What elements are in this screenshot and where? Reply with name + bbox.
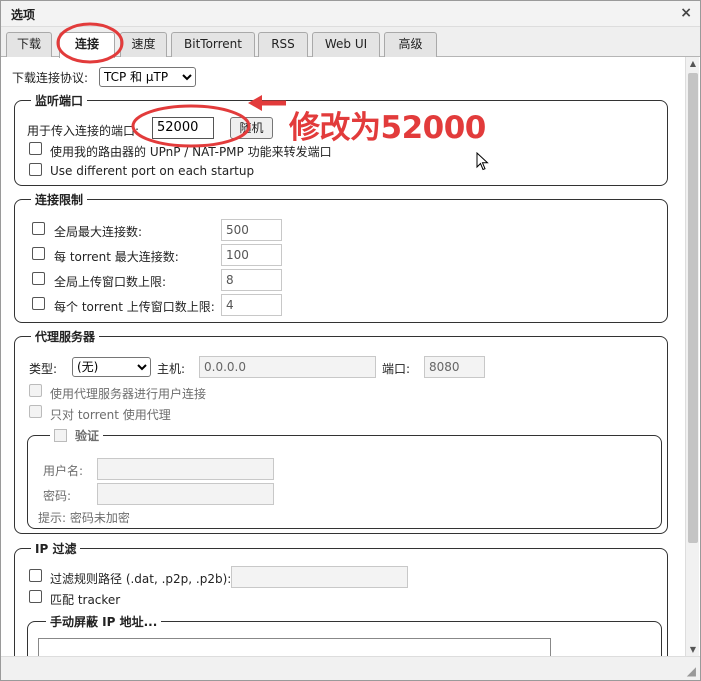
- ip-filter-checkbox[interactable]: [29, 569, 42, 582]
- per-torrent-upload-slots-checkbox[interactable]: [32, 297, 45, 310]
- listening-port-legend: 监听端口: [35, 94, 84, 108]
- auth-legend-text: 验证: [75, 429, 100, 443]
- filter-tracker-label: 匹配 tracker: [50, 593, 121, 607]
- global-max-connections-input[interactable]: 500: [221, 219, 282, 241]
- proxy-type-select[interactable]: (无): [72, 357, 151, 377]
- proxy-type-label: 类型:: [29, 362, 58, 376]
- global-upload-slots-checkbox[interactable]: [32, 272, 45, 285]
- password-hint: 提示: 密码未加密: [38, 511, 130, 525]
- auth-checkbox[interactable]: [54, 429, 67, 442]
- scroll-up-icon[interactable]: ▲: [686, 57, 700, 71]
- ip-filter-path-label: 过滤规则路径 (.dat, .p2p, .p2b):: [50, 572, 232, 586]
- proxy-port-label: 端口:: [382, 362, 411, 376]
- title-bar: 选项 ×: [1, 1, 700, 27]
- password-input[interactable]: [97, 483, 274, 505]
- port-label: 用于传入连接的端口:: [27, 124, 140, 138]
- username-input[interactable]: [97, 458, 274, 480]
- password-label: 密码:: [43, 489, 72, 503]
- proxy-torrent-only-checkbox[interactable]: [29, 405, 42, 418]
- settings-content: 下载连接协议: TCP 和 μTP 监听端口 用于传入连接的端口: 52000 …: [1, 57, 685, 657]
- vertical-scrollbar[interactable]: ▲ ▼: [685, 57, 699, 657]
- proxy-host-input[interactable]: 0.0.0.0: [199, 356, 376, 378]
- proxy-port-input[interactable]: 8080: [424, 356, 485, 378]
- port-input[interactable]: 52000: [152, 117, 214, 139]
- auth-legend: 验证: [50, 427, 103, 444]
- scroll-down-icon[interactable]: ▼: [686, 643, 700, 657]
- tab-rss[interactable]: RSS: [258, 32, 308, 57]
- proxy-peer-checkbox[interactable]: [29, 384, 42, 397]
- tab-speed[interactable]: 速度: [120, 32, 167, 57]
- mouse-cursor-icon: [476, 152, 489, 171]
- random-startup-label: Use different port on each startup: [50, 164, 255, 178]
- per-torrent-max-connections-checkbox[interactable]: [32, 247, 45, 260]
- per-torrent-max-connections-label: 每 torrent 最大连接数:: [54, 250, 179, 264]
- status-bar: ◢: [1, 656, 700, 680]
- per-torrent-upload-slots-input[interactable]: 4: [221, 294, 282, 316]
- dialog-title: 选项: [11, 8, 36, 22]
- ip-filter-legend: IP 过滤: [35, 542, 77, 556]
- proxy-torrent-only-label: 只对 torrent 使用代理: [50, 408, 171, 422]
- manual-ban-textarea[interactable]: [38, 638, 551, 657]
- proxy-host-label: 主机:: [157, 362, 186, 376]
- global-max-connections-checkbox[interactable]: [32, 222, 45, 235]
- per-torrent-upload-slots-label: 每个 torrent 上传窗口数上限:: [54, 300, 215, 314]
- ip-filter-path-input[interactable]: [231, 566, 408, 588]
- filter-tracker-checkbox[interactable]: [29, 590, 42, 603]
- connection-limits-legend: 连接限制: [35, 193, 84, 207]
- resize-grip-icon[interactable]: ◢: [687, 664, 696, 678]
- proxy-peer-label: 使用代理服务器进行用户连接: [50, 387, 207, 401]
- global-upload-slots-input[interactable]: 8: [221, 269, 282, 291]
- tab-webui[interactable]: Web UI: [312, 32, 380, 57]
- upnp-checkbox[interactable]: [29, 142, 42, 155]
- protocol-select[interactable]: TCP 和 μTP: [99, 67, 196, 87]
- annotation-text: 修改为52000: [289, 110, 486, 146]
- username-label: 用户名:: [43, 464, 84, 478]
- scroll-thumb[interactable]: [688, 73, 698, 543]
- tab-advanced[interactable]: 高级: [384, 32, 437, 57]
- tab-bittorrent[interactable]: BitTorrent: [171, 32, 255, 57]
- global-upload-slots-label: 全局上传窗口数上限:: [54, 275, 167, 289]
- random-startup-checkbox[interactable]: [29, 163, 42, 176]
- tab-downloads[interactable]: 下载: [6, 32, 52, 57]
- random-port-button[interactable]: 随机: [230, 117, 273, 139]
- protocol-label: 下载连接协议:: [12, 71, 89, 85]
- tab-bar: 下载 连接 速度 BitTorrent RSS Web UI 高级: [1, 27, 700, 58]
- manual-ban-legend: 手动屏蔽 IP 地址...: [50, 615, 158, 629]
- proxy-legend: 代理服务器: [35, 330, 96, 344]
- tab-connection[interactable]: 连接: [59, 32, 115, 58]
- global-max-connections-label: 全局最大连接数:: [54, 225, 143, 239]
- close-icon[interactable]: ×: [680, 5, 692, 21]
- per-torrent-max-connections-input[interactable]: 100: [221, 244, 282, 266]
